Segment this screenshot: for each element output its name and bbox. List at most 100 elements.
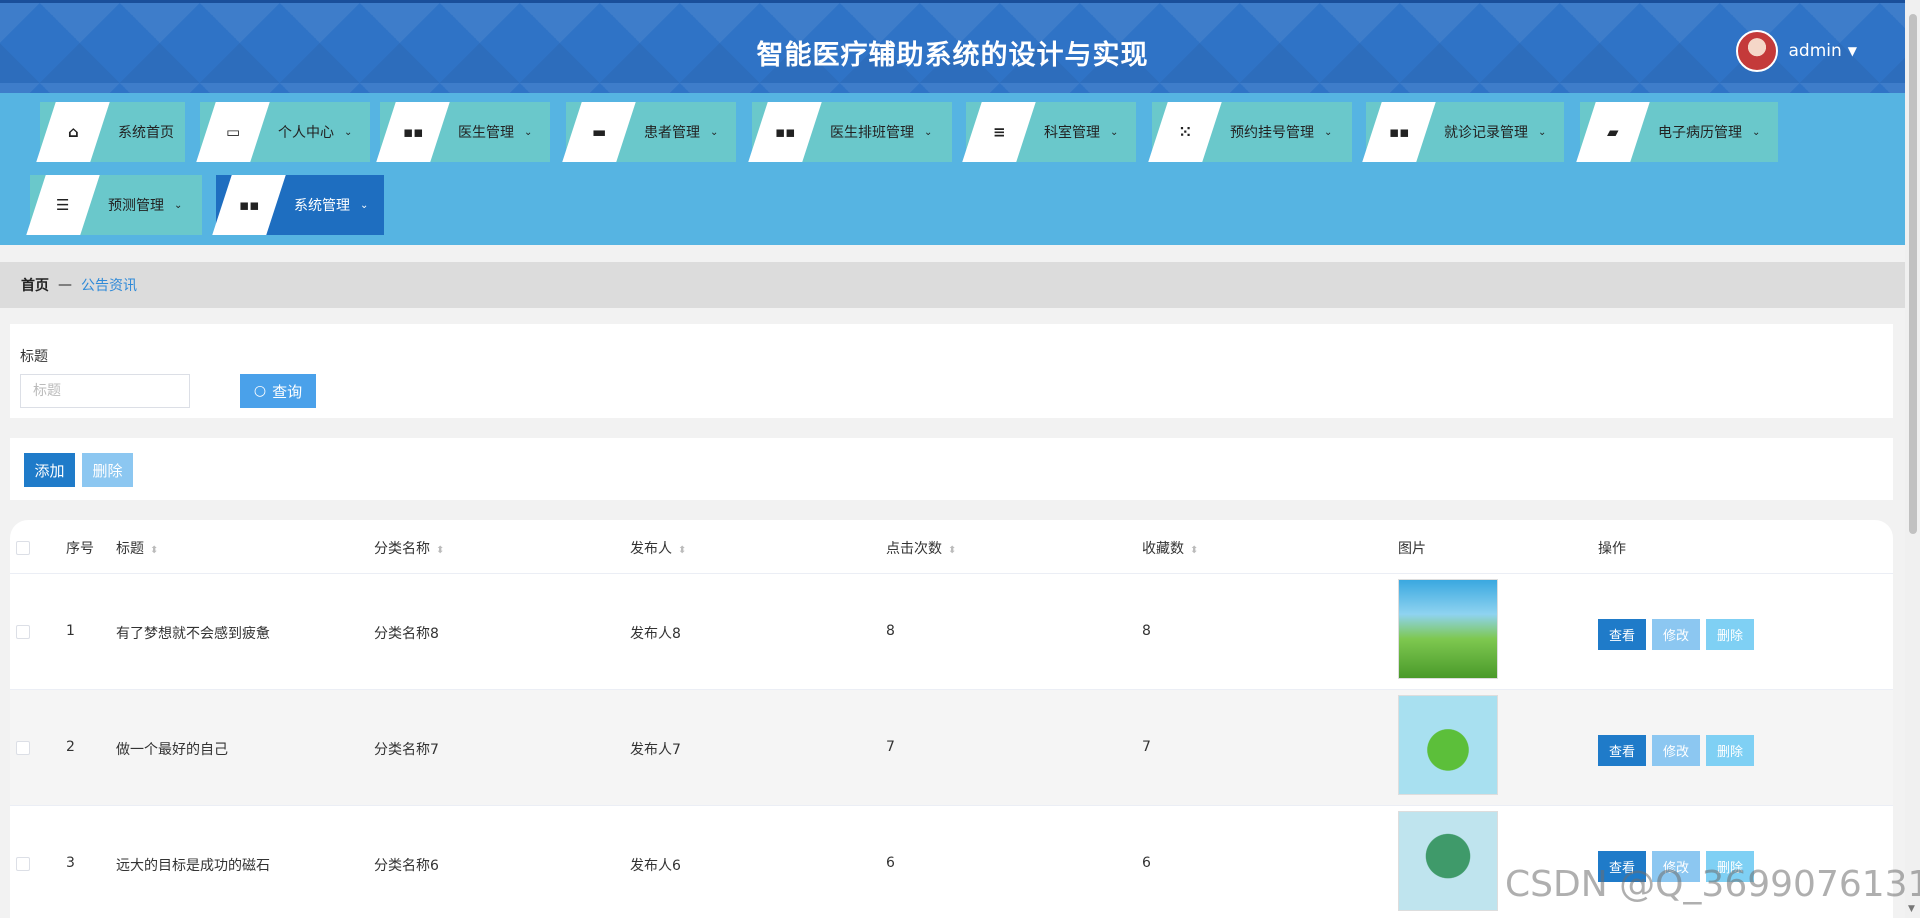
nav-icon-box: ▪▪ <box>748 102 822 162</box>
card-icon: ▭ <box>225 123 241 141</box>
grid-icon: ▪▪ <box>402 123 424 141</box>
chevron-down-icon: ⌄ <box>1752 126 1761 138</box>
user-menu[interactable]: admin ▼ <box>1736 29 1857 73</box>
nav-item[interactable]: ▪▪ 医生管理 ⌄ <box>376 102 550 162</box>
row-favorites: 7 <box>1142 739 1151 755</box>
main-nav: ⌂ 系统首页 ▭ 个人中心 ⌄ ▪▪ 医生管理 ⌄ ▬ 患者管理 ⌄ ▪▪ 医生排班管理 ⌄ ≡ 科室管理 ⌄ ⁙… <box>0 93 1905 245</box>
column-header-title[interactable]: 标题 ⬍ <box>116 538 158 558</box>
batch-delete-button[interactable]: 删除 <box>82 453 133 487</box>
chevron-down-icon: ⌄ <box>344 126 353 138</box>
row-category: 分类名称6 <box>374 858 439 874</box>
nav-item[interactable]: ▭ 个人中心 ⌄ <box>196 102 370 162</box>
breadcrumb-current[interactable]: 公告资讯 <box>81 275 137 295</box>
column-header-index: 序号 <box>66 541 94 557</box>
nav-icon-box: ▬ <box>562 102 636 162</box>
data-table: 序号 标题 ⬍ 分类名称 ⬍ 发布人 ⬍ 点击次数 ⬍ 收藏数 ⬍ 图片 操作 1 有了梦… <box>10 520 1893 918</box>
column-header-publisher[interactable]: 发布人 ⬍ <box>630 538 686 558</box>
column-header-favorites[interactable]: 收藏数 ⬍ <box>1142 538 1198 558</box>
app-header: 智能医疗辅助系统的设计与实现 admin ▼ <box>0 0 1905 93</box>
row-category: 分类名称7 <box>374 742 439 758</box>
add-button[interactable]: 添加 <box>24 453 75 487</box>
chevron-down-icon: ⌄ <box>924 126 933 138</box>
edit-button[interactable]: 修改 <box>1652 619 1700 650</box>
nav-item-label: 系统首页 <box>118 125 174 141</box>
view-button[interactable]: 查看 <box>1598 735 1646 766</box>
nav-item[interactable]: ≡ 科室管理 ⌄ <box>962 102 1136 162</box>
nav-item[interactable]: ▰ 电子病历管理 ⌄ <box>1576 102 1778 162</box>
watermark: CSDN @Q_3699076131 <box>1505 864 1920 905</box>
nav-icon-box: ⌂ <box>36 102 110 162</box>
chevron-down-icon: ⌄ <box>174 199 183 211</box>
table-row: 1 有了梦想就不会感到疲惫 分类名称8 发布人8 8 8 查看 修改 删除 <box>10 574 1893 690</box>
delete-button[interactable]: 删除 <box>1706 619 1754 650</box>
grid-icon: ▪▪ <box>774 123 796 141</box>
app-title: 智能医疗辅助系统的设计与实现 <box>756 40 1149 71</box>
row-checkbox[interactable] <box>16 741 30 755</box>
title-field-label: 标题 <box>20 349 48 365</box>
row-checkbox[interactable] <box>16 857 30 871</box>
row-index: 1 <box>66 623 75 639</box>
column-header-publisher-label: 发布人 <box>630 541 672 557</box>
row-thumbnail-image[interactable] <box>1398 579 1498 679</box>
nav-icon-box: ▪▪ <box>376 102 450 162</box>
chevron-down-icon: ⌄ <box>360 199 369 211</box>
column-header-clicks[interactable]: 点击次数 ⬍ <box>886 538 956 558</box>
search-panel: 标题 ○ 查询 <box>10 324 1893 418</box>
row-index: 2 <box>66 739 75 755</box>
sort-icon[interactable]: ⬍ <box>1190 545 1198 556</box>
chevron-down-icon: ⌄ <box>1110 126 1119 138</box>
column-header-title-label: 标题 <box>116 541 144 557</box>
edit-button[interactable]: 修改 <box>1652 735 1700 766</box>
search-icon: ○ <box>253 383 267 399</box>
scroll-down-icon[interactable]: ▼ <box>1908 904 1915 914</box>
sort-icon[interactable]: ⬍ <box>948 545 956 556</box>
nav-item[interactable]: ▪▪ 医生排班管理 ⌄ <box>748 102 952 162</box>
row-thumbnail-image[interactable] <box>1398 695 1498 795</box>
breadcrumb: 首页 — 公告资讯 <box>0 262 1905 308</box>
nav-item[interactable]: ⁙ 预约挂号管理 ⌄ <box>1148 102 1352 162</box>
sort-icon[interactable]: ⬍ <box>150 545 158 556</box>
row-thumbnail-image[interactable] <box>1398 811 1498 911</box>
nav-icon-box: ≡ <box>962 102 1036 162</box>
nav-icon-box: ▭ <box>196 102 270 162</box>
nav-icon-box: ☰ <box>26 175 100 235</box>
row-checkbox[interactable] <box>16 625 30 639</box>
row-clicks: 6 <box>886 855 895 871</box>
breadcrumb-home[interactable]: 首页 <box>21 275 49 295</box>
row-title: 做一个最好的自己 <box>116 742 228 758</box>
list-icon: ≡ <box>992 123 1006 141</box>
action-bar: 添加 删除 <box>10 438 1893 500</box>
scrollbar-thumb[interactable] <box>1909 14 1917 534</box>
home-icon: ⌂ <box>67 123 79 141</box>
view-button[interactable]: 查看 <box>1598 619 1646 650</box>
breadcrumb-separator: — <box>58 277 72 293</box>
sort-icon[interactable]: ⬍ <box>678 545 686 556</box>
search-button[interactable]: ○ 查询 <box>240 374 316 408</box>
username[interactable]: admin <box>1788 41 1841 61</box>
chevron-down-icon: ⌄ <box>524 126 533 138</box>
row-favorites: 6 <box>1142 855 1151 871</box>
nav-item[interactable]: ☰ 预测管理 ⌄ <box>26 175 202 235</box>
caret-down-icon[interactable]: ▼ <box>1848 44 1857 58</box>
nav-item[interactable]: ▪▪ 系统管理 ⌄ <box>212 175 384 235</box>
title-search-input[interactable] <box>20 374 190 408</box>
nav-item[interactable]: ▪▪ 就诊记录管理 ⌄ <box>1362 102 1564 162</box>
select-all-checkbox[interactable] <box>16 541 30 555</box>
nav-icon-box: ▪▪ <box>1362 102 1436 162</box>
nav-icon-box: ⁙ <box>1148 102 1222 162</box>
column-header-category[interactable]: 分类名称 ⬍ <box>374 538 444 558</box>
sort-icon[interactable]: ⬍ <box>436 545 444 556</box>
delete-button[interactable]: 删除 <box>1706 735 1754 766</box>
chevron-down-icon: ⌄ <box>1538 126 1547 138</box>
nav-item-label: 电子病历管理 <box>1658 125 1742 141</box>
nav-item-label: 系统管理 <box>294 198 350 214</box>
row-publisher: 发布人8 <box>630 626 681 642</box>
nav-item-label: 科室管理 <box>1044 125 1100 141</box>
avatar[interactable] <box>1736 30 1779 72</box>
nav-item-label: 个人中心 <box>278 125 334 141</box>
nav-item[interactable]: ⌂ 系统首页 <box>36 102 185 162</box>
nav-item-label: 医生排班管理 <box>830 125 914 141</box>
page-scrollbar[interactable]: ▼ <box>1905 0 1920 918</box>
nav-item[interactable]: ▬ 患者管理 ⌄ <box>562 102 736 162</box>
row-clicks: 7 <box>886 739 895 755</box>
